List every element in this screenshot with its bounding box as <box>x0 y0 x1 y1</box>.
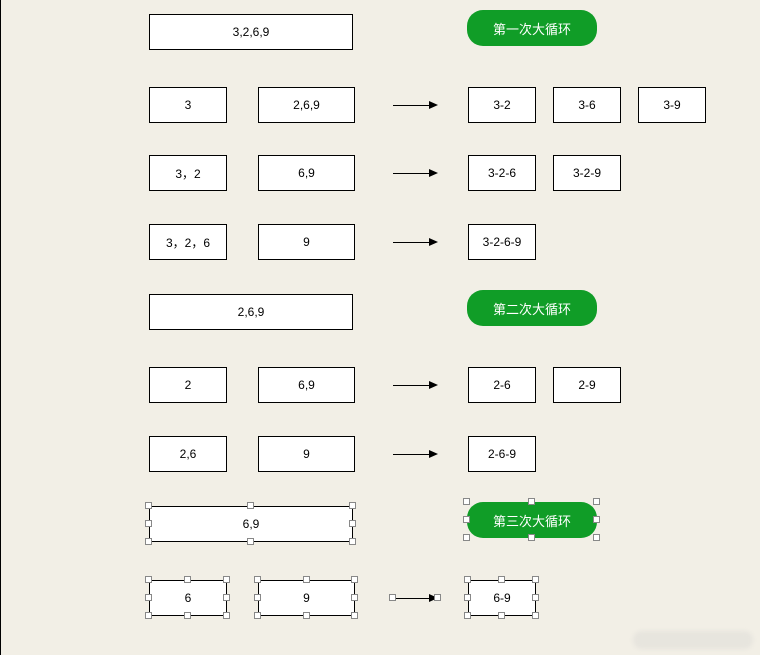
selection-handle[interactable] <box>464 612 471 619</box>
selection-handle[interactable] <box>145 502 152 509</box>
selection-handle[interactable] <box>184 612 191 619</box>
loop3-row1-r0[interactable]: 6-9 <box>468 580 536 616</box>
selection-handle[interactable] <box>389 594 396 601</box>
loop1-row3-right: 9 <box>258 224 355 260</box>
loop1-row3-r0: 3-2-6-9 <box>468 224 536 260</box>
selection-handle[interactable] <box>303 612 310 619</box>
loop1-row1-left: 3 <box>149 87 227 123</box>
loop2-row2-right: 9 <box>258 436 355 472</box>
header-box-loop2: 2,6,9 <box>149 294 353 330</box>
selection-handle[interactable] <box>463 534 470 541</box>
selection-handle[interactable] <box>145 612 152 619</box>
arrow-icon <box>393 169 438 177</box>
selection-handle[interactable] <box>593 498 600 505</box>
selection-handle[interactable] <box>528 534 535 541</box>
watermark <box>633 631 753 649</box>
selection-handle[interactable] <box>223 576 230 583</box>
selection-handle[interactable] <box>247 538 254 545</box>
loop1-row2-right: 6,9 <box>258 155 355 191</box>
selection-handle[interactable] <box>528 498 535 505</box>
selection-handle[interactable] <box>145 520 152 527</box>
selection-handle[interactable] <box>351 594 358 601</box>
selection-handle[interactable] <box>145 594 152 601</box>
selection-handle[interactable] <box>593 534 600 541</box>
arrow-icon <box>393 450 438 458</box>
arrow-icon[interactable] <box>393 594 438 602</box>
loop2-row1-r1: 2-9 <box>553 367 621 403</box>
loop2-row2-left: 2,6 <box>149 436 227 472</box>
selection-handle[interactable] <box>498 576 505 583</box>
loop1-row2-r1: 3-2-9 <box>553 155 621 191</box>
loop1-title: 第一次大循环 <box>467 10 597 46</box>
selection-handle[interactable] <box>349 538 356 545</box>
selection-handle[interactable] <box>247 502 254 509</box>
selection-handle[interactable] <box>351 576 358 583</box>
loop3-row1-right[interactable]: 9 <box>258 580 355 616</box>
selection-handle[interactable] <box>254 576 261 583</box>
selection-handle[interactable] <box>145 538 152 545</box>
arrow-icon <box>393 238 438 246</box>
header-box-loop3[interactable]: 6,9 <box>149 506 353 542</box>
loop2-row1-r0: 2-6 <box>468 367 536 403</box>
selection-handle[interactable] <box>532 594 539 601</box>
loop1-row3-left: 3，2，6 <box>149 224 227 260</box>
loop1-row1-r1: 3-6 <box>553 87 621 123</box>
loop2-row1-left: 2 <box>149 367 227 403</box>
selection-handle[interactable] <box>464 594 471 601</box>
arrow-icon <box>393 381 438 389</box>
selection-handle[interactable] <box>463 498 470 505</box>
loop1-row1-r0: 3-2 <box>468 87 536 123</box>
selection-handle[interactable] <box>349 502 356 509</box>
selection-handle[interactable] <box>349 520 356 527</box>
selection-handle[interactable] <box>532 612 539 619</box>
selection-handle[interactable] <box>223 594 230 601</box>
arrow-icon <box>393 101 438 109</box>
selection-handle[interactable] <box>532 576 539 583</box>
selection-handle[interactable] <box>593 516 600 523</box>
selection-handle[interactable] <box>184 576 191 583</box>
loop2-title: 第二次大循环 <box>467 290 597 326</box>
loop1-row2-r0: 3-2-6 <box>468 155 536 191</box>
header-box-loop1: 3,2,6,9 <box>149 14 353 50</box>
loop1-row2-left: 3，2 <box>149 155 227 191</box>
selection-handle[interactable] <box>498 612 505 619</box>
loop1-row1-r2: 3-9 <box>638 87 706 123</box>
selection-handle[interactable] <box>351 612 358 619</box>
selection-handle[interactable] <box>254 612 261 619</box>
selection-handle[interactable] <box>303 576 310 583</box>
selection-handle[interactable] <box>223 612 230 619</box>
selection-handle[interactable] <box>145 576 152 583</box>
diagram-canvas: 3,2,6,9 第一次大循环 3 2,6,9 3-2 3-6 3-9 3，2 6… <box>0 0 760 655</box>
loop1-row1-right: 2,6,9 <box>258 87 355 123</box>
selection-handle[interactable] <box>434 594 441 601</box>
loop3-title[interactable]: 第三次大循环 <box>467 502 597 538</box>
selection-handle[interactable] <box>463 516 470 523</box>
loop3-row1-left[interactable]: 6 <box>149 580 227 616</box>
selection-handle[interactable] <box>254 594 261 601</box>
selection-handle[interactable] <box>464 576 471 583</box>
loop2-row2-r0: 2-6-9 <box>468 436 536 472</box>
loop2-row1-right: 6,9 <box>258 367 355 403</box>
